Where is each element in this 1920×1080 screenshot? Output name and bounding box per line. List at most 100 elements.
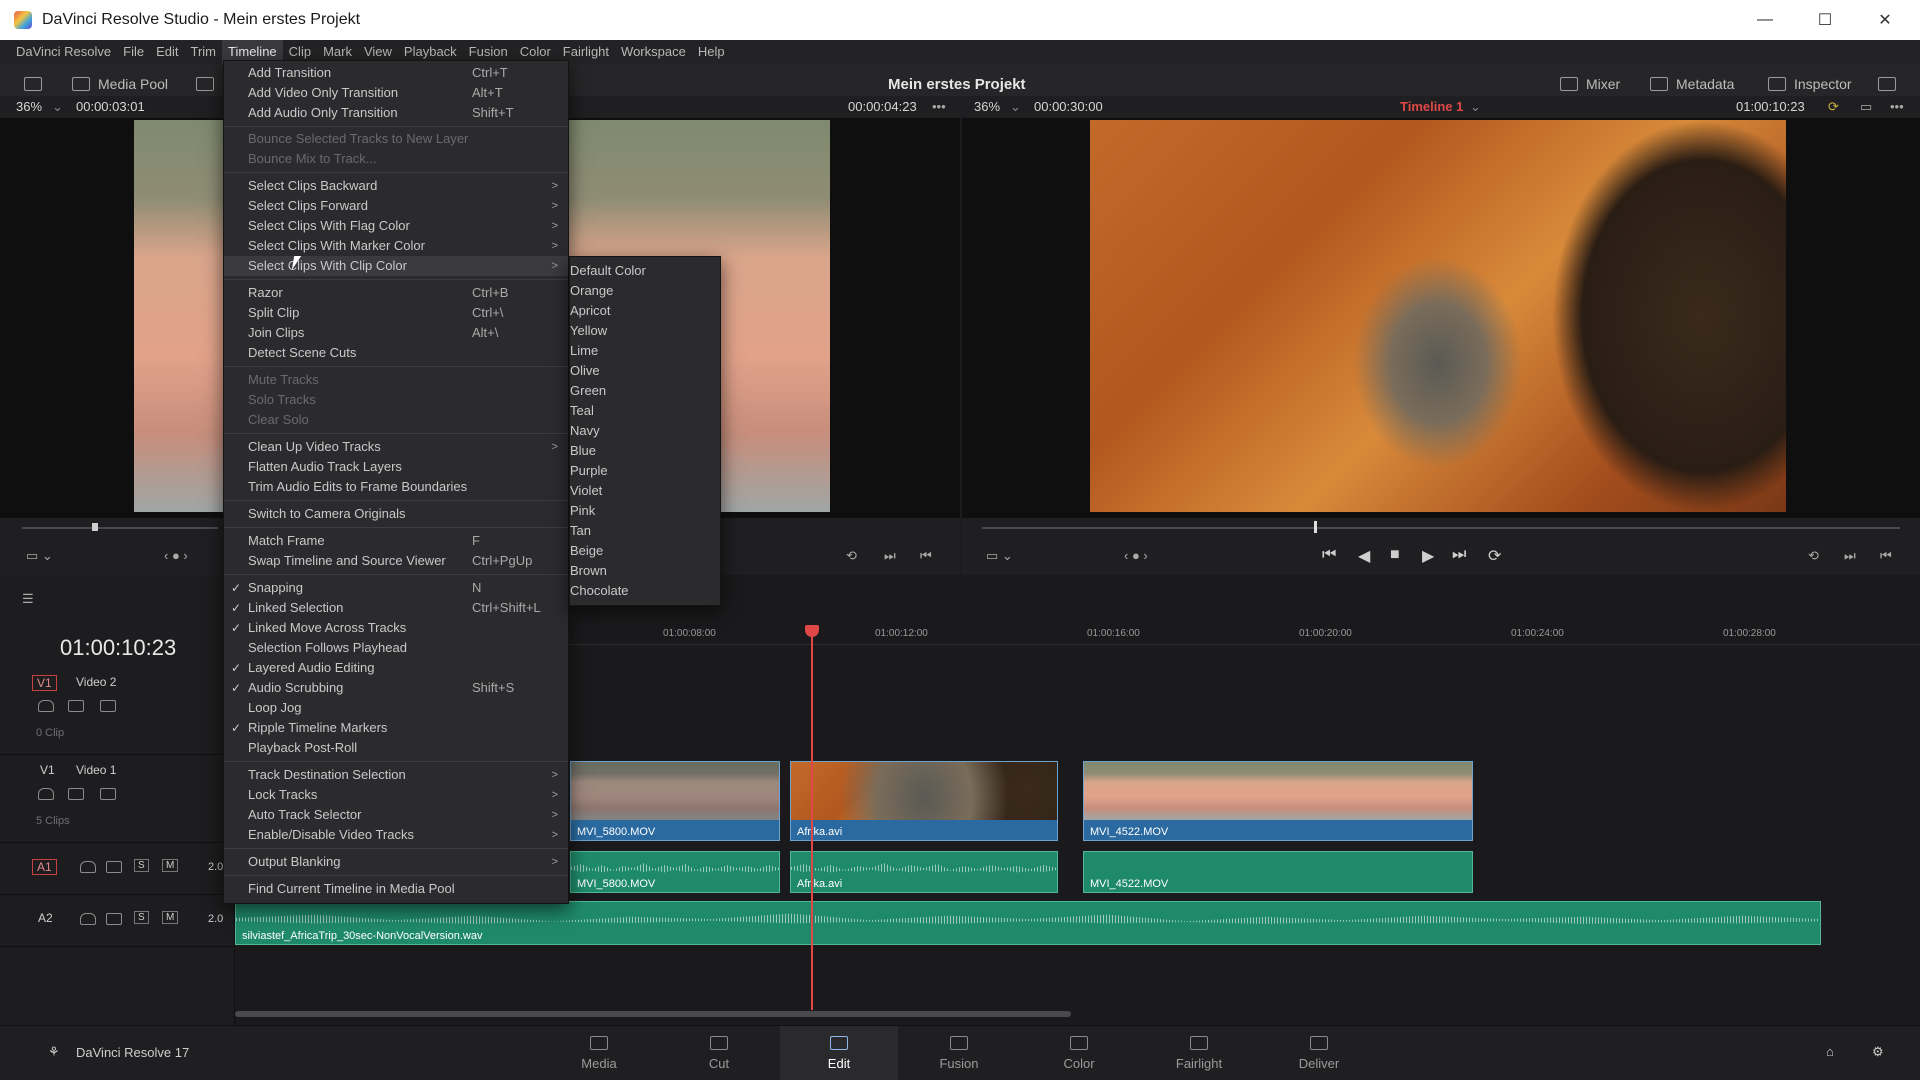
submenu-item[interactable]: Orange	[570, 281, 720, 301]
go-to-end-icon[interactable]: ⏮	[920, 548, 932, 564]
gear-icon[interactable]: ⚙	[1872, 1044, 1884, 1060]
layout-icon[interactable]: ▭	[1860, 96, 1872, 118]
menu-edit[interactable]: Edit	[150, 40, 184, 64]
viewer-mode-icon[interactable]: ▭ ⌄	[26, 548, 53, 564]
menu-item[interactable]: ✓ Audio Scrubbing Shift+S	[224, 678, 568, 698]
chevron-down-icon[interactable]: ⌄	[1010, 96, 1021, 118]
submenu-item[interactable]: Chocolate	[570, 581, 720, 601]
solo-button[interactable]: S	[134, 911, 149, 924]
menu-item[interactable]: Select Clips Backward >	[224, 176, 568, 196]
menu-item[interactable]: Split Clip Ctrl+\	[224, 303, 568, 323]
next-frame-icon[interactable]: ⏭	[884, 548, 896, 564]
track-id[interactable]: A1	[32, 859, 57, 875]
menu-item[interactable]: Add Audio Only Transition Shift+T	[224, 103, 568, 123]
more-options-icon[interactable]: •••	[1890, 96, 1904, 118]
source-zoom[interactable]: 36%	[16, 96, 42, 118]
more-options-icon[interactable]: •••	[932, 96, 946, 118]
page-tab-fairlight[interactable]: Fairlight	[1140, 1026, 1258, 1080]
stop-icon[interactable]: ■	[1390, 546, 1400, 564]
chevron-down-icon[interactable]: ⌄	[52, 96, 63, 118]
minimize-button[interactable]: —	[1735, 0, 1795, 40]
playhead[interactable]	[811, 625, 813, 1010]
jog-control[interactable]: ‹ ● ›	[164, 548, 188, 563]
track-name[interactable]: Video 1	[76, 763, 116, 777]
viewer-mode-icon[interactable]: ▭ ⌄	[986, 548, 1013, 564]
track-id[interactable]: A2	[38, 911, 53, 925]
close-button[interactable]: ✕	[1855, 0, 1915, 40]
menu-item[interactable]: Select Clips With Flag Color >	[224, 216, 568, 236]
menu-item[interactable]: Detect Scene Cuts	[224, 343, 568, 363]
submenu-item[interactable]: Apricot	[570, 301, 720, 321]
menu-item[interactable]: Enable/Disable Video Tracks >	[224, 825, 568, 845]
track-header-video-2[interactable]: V1 Video 2 0 Clip	[0, 667, 235, 755]
menu-item[interactable]: Select Clips With Marker Color >	[224, 236, 568, 256]
go-to-start-icon[interactable]: ⏮	[1322, 546, 1336, 564]
timeline-viewer[interactable]	[962, 118, 1920, 518]
track-name[interactable]: Video 2	[76, 675, 116, 689]
video-clip[interactable]: MVI_4522.MOV	[1083, 761, 1473, 841]
page-tab-deliver[interactable]: Deliver	[1260, 1026, 1378, 1080]
lock-icon[interactable]	[38, 700, 54, 712]
timeline-scrub-bar[interactable]	[982, 527, 1900, 529]
maximize-button[interactable]: ☐	[1795, 0, 1855, 40]
menu-item[interactable]: Clean Up Video Tracks >	[224, 437, 568, 457]
menu-item[interactable]: ✓ Ripple Timeline Markers	[224, 718, 568, 738]
menu-item[interactable]: Add Video Only Transition Alt+T	[224, 83, 568, 103]
timeline-zoom[interactable]: 36%	[974, 96, 1000, 118]
menu-item[interactable]: Find Current Timeline in Media Pool	[224, 879, 568, 899]
video-clip[interactable]: Afrika.avi	[790, 761, 1058, 841]
lock-icon[interactable]	[80, 913, 96, 925]
timeline-view-options-icon[interactable]: ☰	[22, 591, 34, 607]
auto-select-icon[interactable]	[106, 913, 122, 925]
sync-icon[interactable]: ⟳	[1828, 96, 1839, 118]
submenu-item[interactable]: Tan	[570, 521, 720, 541]
track-id[interactable]: V1	[32, 675, 57, 691]
menu-trim[interactable]: Trim	[185, 40, 223, 64]
page-tab-edit[interactable]: Edit	[780, 1026, 898, 1080]
menu-item[interactable]: Playback Post-Roll	[224, 738, 568, 758]
timeline-scrub-handle[interactable]	[1314, 521, 1317, 533]
audio-clip[interactable]: silviastef_AfricaTrip_30sec-NonVocalVers…	[235, 901, 1821, 945]
submenu-item[interactable]: Pink	[570, 501, 720, 521]
loop-icon[interactable]: ⟲	[1808, 548, 1819, 564]
auto-select-icon[interactable]	[68, 700, 84, 712]
menu-item[interactable]: Flatten Audio Track Layers	[224, 457, 568, 477]
next-frame-icon[interactable]: ⏭	[1844, 548, 1856, 564]
track-header-video-1[interactable]: V1 Video 1 5 Clips	[0, 755, 235, 843]
menu-item-select-clips-with-clip-color[interactable]: Select Clips With Clip Color >	[224, 256, 568, 276]
page-tab-fusion[interactable]: Fusion	[900, 1026, 1018, 1080]
menu-item[interactable]: Lock Tracks >	[224, 785, 568, 805]
page-tab-color[interactable]: Color	[1020, 1026, 1138, 1080]
lock-icon[interactable]	[38, 788, 54, 800]
monitor-icon[interactable]	[100, 788, 116, 800]
mute-button[interactable]: M	[162, 859, 179, 872]
video-clip[interactable]: MVI_5800.MOV	[570, 761, 780, 841]
menu-item[interactable]: Trim Audio Edits to Frame Boundaries	[224, 477, 568, 497]
menu-item[interactable]: Selection Follows Playhead	[224, 638, 568, 658]
menu-item[interactable]: Output Blanking >	[224, 852, 568, 872]
track-header-audio-1[interactable]: A1 S M 2.0	[0, 843, 235, 895]
submenu-item[interactable]: Olive	[570, 361, 720, 381]
submenu-item[interactable]: Beige	[570, 541, 720, 561]
menu-item[interactable]: Razor Ctrl+B	[224, 283, 568, 303]
auto-select-icon[interactable]	[106, 861, 122, 873]
menu-item[interactable]: Add Transition Ctrl+T	[224, 63, 568, 83]
submenu-item[interactable]: Blue	[570, 441, 720, 461]
home-icon[interactable]: ⌂	[1826, 1044, 1834, 1059]
menu-item[interactable]: Match Frame F	[224, 531, 568, 551]
menu-item[interactable]: Loop Jog	[224, 698, 568, 718]
auto-select-icon[interactable]	[68, 788, 84, 800]
menu-item[interactable]: Swap Timeline and Source Viewer Ctrl+PgUp	[224, 551, 568, 571]
submenu-item[interactable]: Teal	[570, 401, 720, 421]
menu-item[interactable]: ✓ Snapping N	[224, 578, 568, 598]
timeline-scrollbar[interactable]	[235, 1011, 1071, 1017]
menu-item[interactable]: Join Clips Alt+\	[224, 323, 568, 343]
audio-clip[interactable]: MVI_4522.MOV	[1083, 851, 1473, 893]
audio-clip[interactable]: MVI_5800.MOV	[570, 851, 780, 893]
page-tab-media[interactable]: Media	[540, 1026, 658, 1080]
menu-item[interactable]: Switch to Camera Originals	[224, 504, 568, 524]
play-icon[interactable]: ▶	[1422, 546, 1434, 566]
audio-clip[interactable]: Afrika.avi	[790, 851, 1058, 893]
menu-item[interactable]: ✓ Layered Audio Editing	[224, 658, 568, 678]
menu-item[interactable]: Auto Track Selector >	[224, 805, 568, 825]
